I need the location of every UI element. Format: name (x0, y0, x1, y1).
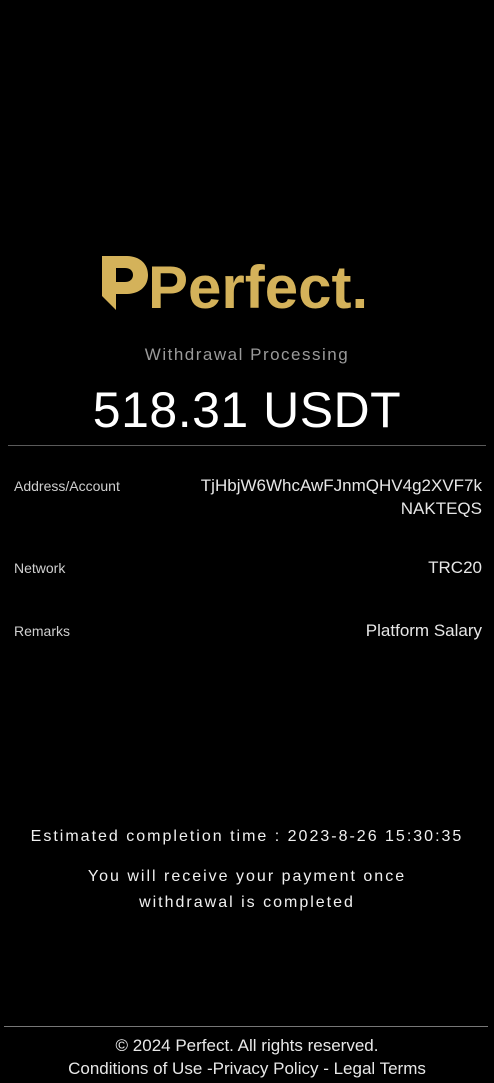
footer-separator: - (202, 1059, 213, 1078)
payment-note: You will receive your payment once withd… (87, 868, 407, 911)
withdrawal-status-page: Perfect. Withdrawal Processing 518.31 US… (0, 0, 494, 1083)
estimated-completion-time: Estimated completion time : 2023-8-26 15… (30, 828, 464, 845)
footer-divider (4, 1026, 488, 1027)
footer-links: Conditions of Use -Privacy Policy - Lega… (0, 1059, 494, 1079)
remarks-label: Remarks (14, 623, 71, 639)
conditions-of-use-link[interactable]: Conditions of Use (68, 1059, 202, 1078)
remarks-value: Platform Salary (365, 621, 482, 640)
network-label: Network (14, 560, 66, 576)
footer-separator: - (318, 1059, 334, 1078)
transaction-status: Withdrawal Processing (144, 345, 350, 364)
footer-copyright: © 2024 Perfect. All rights reserved. (115, 1036, 379, 1055)
divider (8, 445, 486, 446)
legal-terms-link[interactable]: Legal Terms (334, 1059, 426, 1078)
withdrawal-amount: 518.31 USDT (92, 382, 402, 438)
address-value: TjHbjW6WhcAwFJnmQHV4g2XVF7kNAKTEQS (200, 476, 482, 518)
address-label: Address/Account (14, 478, 120, 494)
network-value: TRC20 (428, 558, 482, 577)
brand-logo: Perfect. (0, 252, 494, 316)
privacy-policy-link[interactable]: Privacy Policy (213, 1059, 319, 1078)
perfect-logo-icon: Perfect. (102, 254, 368, 316)
logo-wordmark: Perfect. (148, 254, 368, 316)
